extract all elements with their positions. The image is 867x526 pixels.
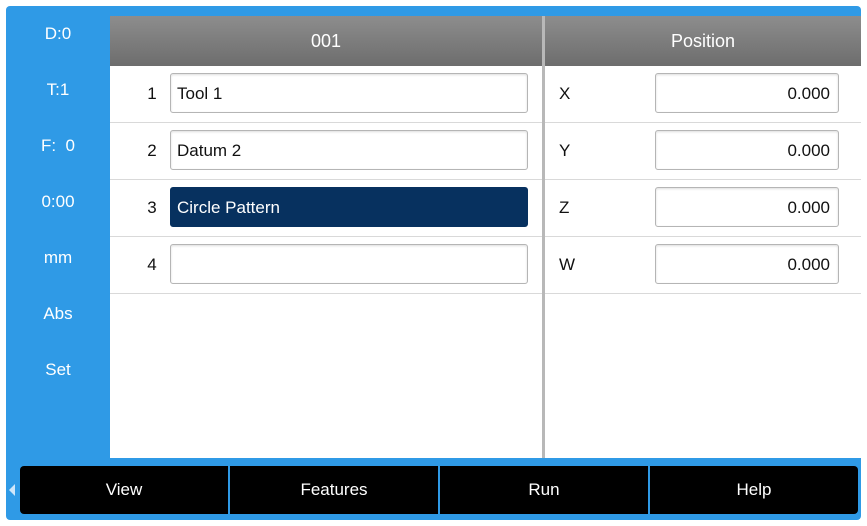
program-row-number: 2 <box>147 141 157 160</box>
sidebar-item-units[interactable]: mm <box>6 230 110 286</box>
program-title: 001 <box>110 16 542 66</box>
status-sidebar: D:0 T:1 F: 0 0:00 mm Abs Set <box>6 6 110 458</box>
axis-value[interactable]: 0.000 <box>655 187 839 227</box>
features-softkey[interactable]: Features <box>230 466 440 514</box>
main-area: 001 1 Tool 1 2 Datum 2 3 Circle Pattern … <box>110 16 861 458</box>
program-row[interactable]: 2 Datum 2 <box>110 123 542 180</box>
app-frame: D:0 T:1 F: 0 0:00 mm Abs Set 001 1 Tool … <box>6 6 861 520</box>
axis-label: Z <box>559 198 570 217</box>
sidebar-item-datum[interactable]: D:0 <box>6 6 110 62</box>
sidebar-item-feedrate[interactable]: F: 0 <box>6 118 110 174</box>
program-row-field[interactable]: Datum 2 <box>170 130 528 170</box>
axis-row-y[interactable]: Y 0.000 <box>545 123 861 180</box>
softkey-bar: View Features Run Help <box>20 466 858 514</box>
run-softkey[interactable]: Run <box>440 466 650 514</box>
program-row-field[interactable] <box>170 244 528 284</box>
program-row-field[interactable]: Tool 1 <box>170 73 528 113</box>
program-row[interactable]: 1 Tool 1 <box>110 66 542 123</box>
help-softkey[interactable]: Help <box>650 466 858 514</box>
axis-row-x[interactable]: X 0.000 <box>545 66 861 123</box>
sidebar-item-timer[interactable]: 0:00 <box>6 174 110 230</box>
axis-row-z[interactable]: Z 0.000 <box>545 180 861 237</box>
program-row-selected[interactable]: 3 Circle Pattern <box>110 180 542 237</box>
sidebar-item-set[interactable]: Set <box>6 342 110 398</box>
axis-label: X <box>559 84 571 103</box>
program-row-number: 4 <box>147 255 157 274</box>
axis-value[interactable]: 0.000 <box>655 130 839 170</box>
program-row-number: 3 <box>147 198 157 217</box>
axis-value[interactable]: 0.000 <box>655 73 839 113</box>
chevron-left-icon[interactable] <box>9 484 15 496</box>
axis-value[interactable]: 0.000 <box>655 244 839 284</box>
position-panel: Position X 0.000 Y 0.000 Z 0.000 W 0.000 <box>545 16 861 458</box>
axis-label: W <box>559 255 576 274</box>
sidebar-item-tool[interactable]: T:1 <box>6 62 110 118</box>
position-title: Position <box>545 16 861 66</box>
program-row-field-selected[interactable]: Circle Pattern <box>170 187 528 227</box>
sidebar-item-abs[interactable]: Abs <box>6 286 110 342</box>
program-row-number: 1 <box>147 84 157 103</box>
view-softkey[interactable]: View <box>20 466 230 514</box>
axis-label: Y <box>559 141 571 160</box>
axis-row-w[interactable]: W 0.000 <box>545 237 861 294</box>
program-row[interactable]: 4 <box>110 237 542 294</box>
program-panel: 001 1 Tool 1 2 Datum 2 3 Circle Pattern … <box>110 16 542 458</box>
